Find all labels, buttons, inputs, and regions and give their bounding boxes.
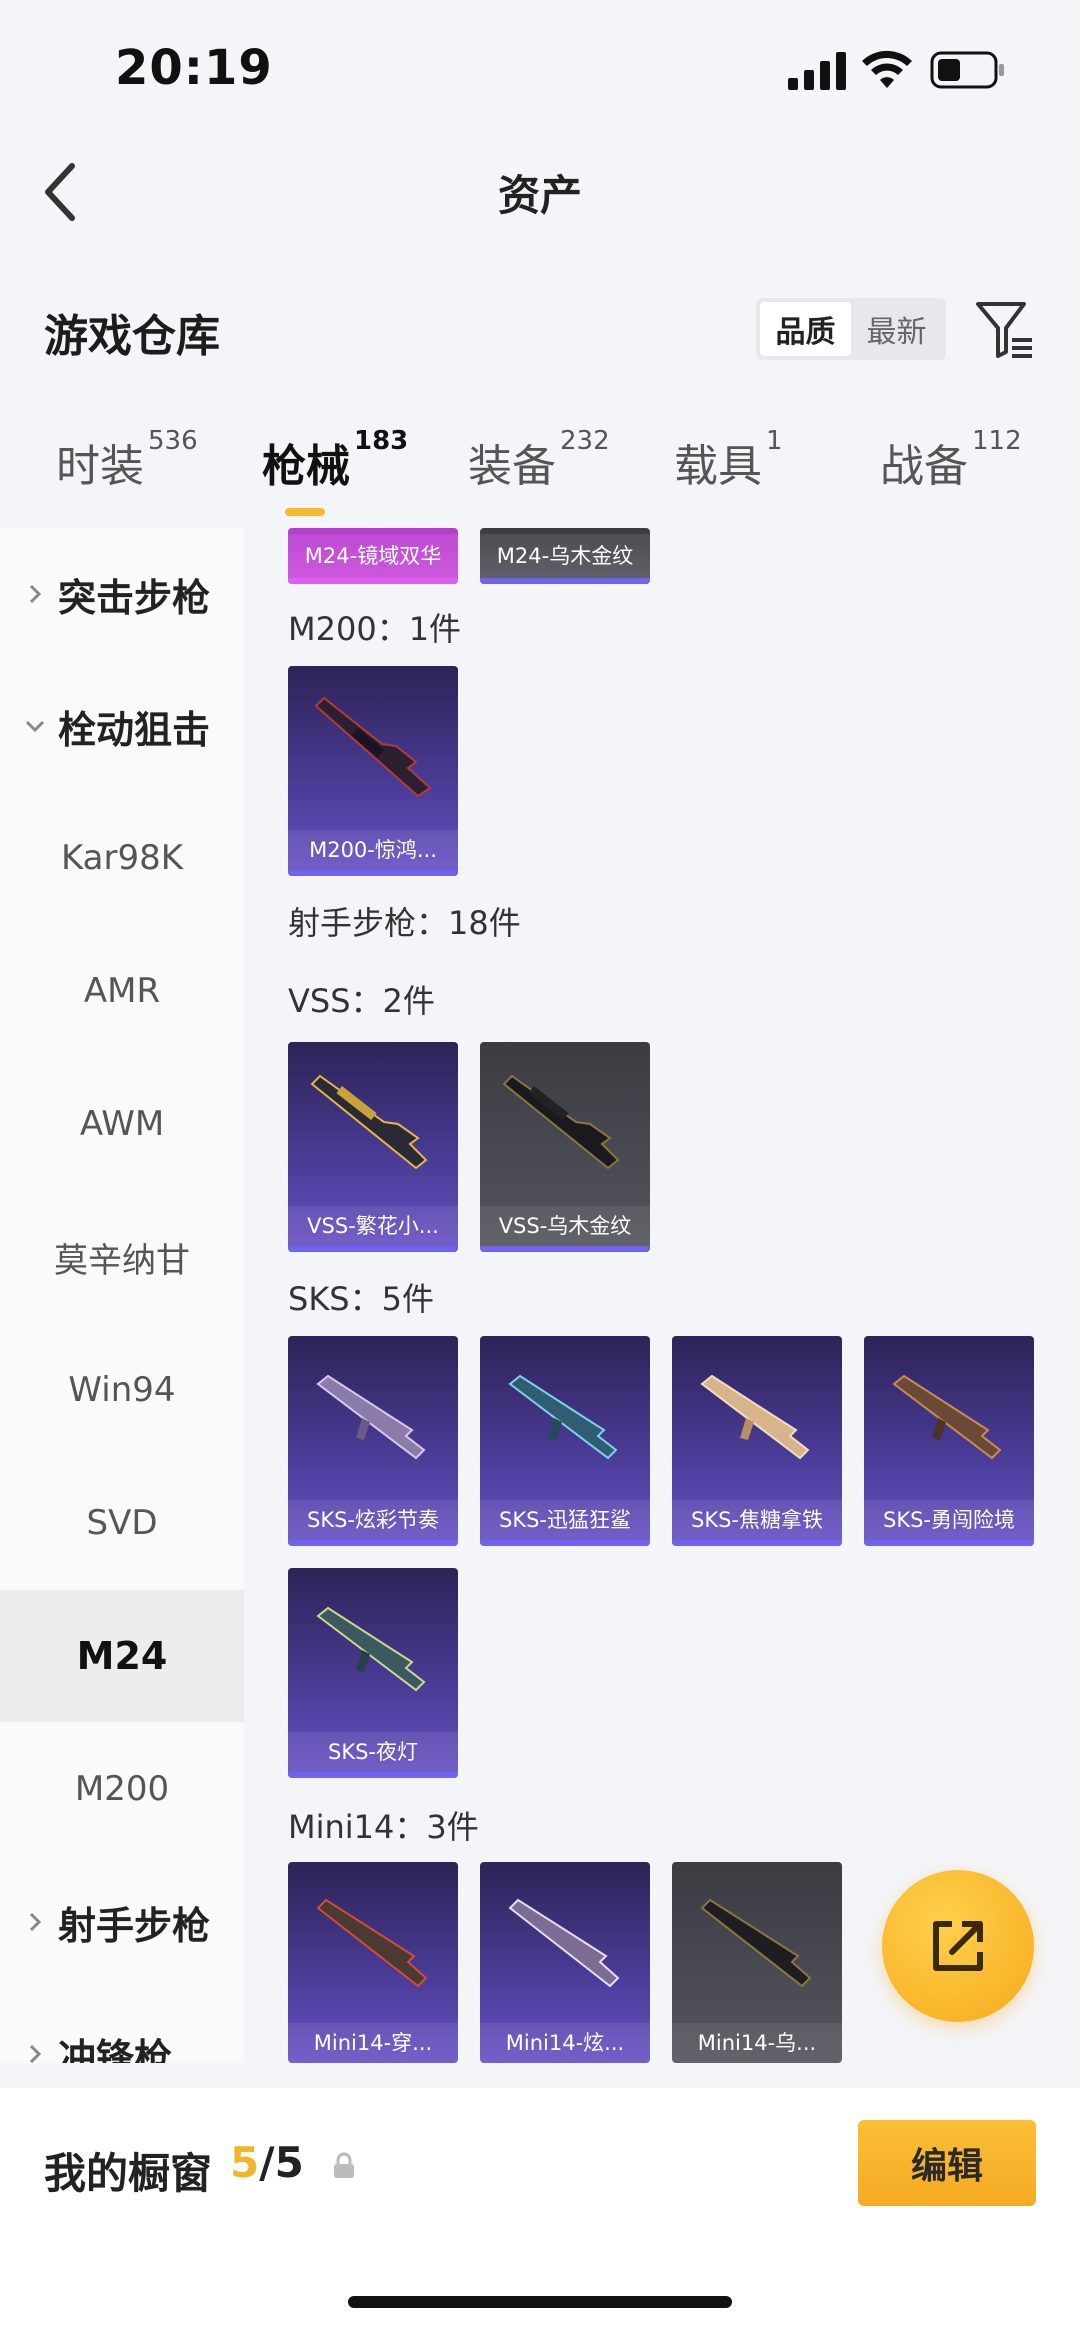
bottom-bar: 我的橱窗 5/5 编辑: [0, 2088, 1080, 2337]
signal-icon: [788, 52, 846, 90]
weapon-list: M24-镜域双华 M24-乌木金纹 M200：1件 M200-惊鸿... 射手步…: [244, 528, 1080, 2063]
tab-fashion[interactable]: 时装 536: [56, 426, 198, 494]
chevron-right-icon: [29, 584, 42, 604]
section-label: VSS：2件: [288, 982, 435, 1020]
sidebar-item-m200[interactable]: M200: [0, 1723, 244, 1855]
weapon-card-label: M24-镜域双华: [288, 534, 458, 578]
sidebar-item-win94[interactable]: Win94: [0, 1324, 244, 1456]
tab-supplies[interactable]: 战备 112: [880, 426, 1022, 494]
sidebar-item-kar98k[interactable]: Kar98K: [0, 792, 244, 924]
tab-vehicles[interactable]: 载具 1: [674, 426, 783, 494]
rifle-icon: [700, 1898, 812, 1988]
share-button[interactable]: [882, 1870, 1034, 2022]
active-tab-indicator: [285, 508, 325, 516]
weapon-card-label: Mini14-穿...: [288, 2023, 458, 2063]
weapon-card-label: VSS-繁花小...: [288, 1206, 458, 1246]
home-indicator: [348, 2296, 732, 2308]
warehouse-title: 游戏仓库: [44, 311, 220, 362]
showcase-count: 5/5: [230, 2138, 304, 2187]
sidebar-group-assault-rifle[interactable]: 突击步枪: [0, 528, 244, 660]
weapon-card[interactable]: M24-乌木金纹: [480, 528, 650, 584]
sidebar-item-mosin[interactable]: 莫辛纳甘: [0, 1191, 244, 1323]
weapon-card-label: SKS-迅猛狂鲨: [480, 1500, 650, 1540]
page-title: 资产: [497, 171, 582, 220]
rifle-icon: [316, 1606, 426, 1692]
sidebar-item-amr[interactable]: AMR: [0, 925, 244, 1057]
weapon-card[interactable]: M200-惊鸿...: [288, 666, 458, 876]
weapon-card-label: M200-惊鸿...: [288, 830, 458, 870]
weapon-card-label: SKS-夜灯: [288, 1732, 458, 1772]
edit-button[interactable]: 编辑: [858, 2120, 1036, 2206]
sidebar-group-bolt-sniper[interactable]: 栓动狙击: [0, 660, 244, 792]
sidebar-group-marksman-rifle[interactable]: 射手步枪: [0, 1856, 244, 1988]
section-label: M200：1件: [288, 610, 462, 648]
status-bar: 20:19: [0, 0, 1080, 130]
sort-quality-button[interactable]: 品质: [760, 302, 851, 356]
sort-toggle: 品质 最新: [756, 298, 946, 360]
weapon-card-label: Mini14-炫...: [480, 2023, 650, 2063]
weapon-card-label: SKS-焦糖拿铁: [672, 1500, 842, 1540]
wifi-icon: [862, 50, 912, 88]
section-label: SKS：5件: [288, 1280, 434, 1318]
rifle-icon: [316, 1898, 428, 1988]
weapon-card[interactable]: Mini14-炫...: [480, 1862, 650, 2063]
section-label: Mini14：3件: [288, 1808, 479, 1846]
tab-equipment[interactable]: 装备 232: [468, 426, 610, 494]
chevron-down-icon: [25, 720, 45, 733]
status-time: 20:19: [115, 40, 273, 96]
rifle-icon: [508, 1898, 620, 1988]
sort-newest-button[interactable]: 最新: [851, 302, 942, 356]
rifle-icon: [508, 1374, 618, 1460]
weapon-card[interactable]: VSS-繁花小...: [288, 1042, 458, 1252]
section-label: 射手步枪：18件: [288, 904, 521, 942]
weapon-card[interactable]: VSS-乌木金纹: [480, 1042, 650, 1252]
sniper-rifle-icon: [314, 696, 432, 798]
weapon-card-label: M24-乌木金纹: [480, 534, 650, 578]
weapon-card-label: Mini14-乌...: [672, 2023, 842, 2063]
filter-icon[interactable]: [974, 298, 1036, 360]
weapon-card[interactable]: SKS-炫彩节奏: [288, 1336, 458, 1546]
chevron-right-icon: [29, 1912, 42, 1932]
weapon-card-label: VSS-乌木金纹: [480, 1206, 650, 1246]
weapon-card[interactable]: SKS-焦糖拿铁: [672, 1336, 842, 1546]
rifle-icon: [892, 1374, 1002, 1460]
showcase-label: 我的橱窗: [44, 2149, 213, 2198]
nav-bar: 资产: [0, 130, 1080, 250]
rifle-icon: [316, 1374, 426, 1460]
weapon-card[interactable]: Mini14-乌...: [672, 1862, 842, 2063]
weapon-card[interactable]: SKS-夜灯: [288, 1568, 458, 1778]
battery-icon: [930, 51, 1004, 89]
weapon-card[interactable]: Mini14-穿...: [288, 1862, 458, 2063]
weapon-card[interactable]: SKS-迅猛狂鲨: [480, 1336, 650, 1546]
rifle-icon: [502, 1074, 620, 1170]
chevron-right-icon: [29, 2044, 42, 2063]
weapon-card-label: SKS-勇闯险境: [864, 1500, 1034, 1540]
tab-firearms[interactable]: 枪械 183: [262, 426, 408, 494]
sidebar: 突击步枪 栓动狙击 Kar98K AMR AWM 莫辛纳甘 Win94 SVD …: [0, 528, 244, 2063]
lock-icon: [334, 2152, 354, 2178]
weapon-card[interactable]: SKS-勇闯险境: [864, 1336, 1034, 1546]
share-icon: [933, 1921, 983, 1971]
sidebar-item-svd[interactable]: SVD: [0, 1457, 244, 1589]
rifle-icon: [310, 1074, 428, 1170]
sidebar-item-m24[interactable]: M24: [0, 1590, 244, 1722]
weapon-card[interactable]: M24-镜域双华: [288, 528, 458, 584]
sidebar-item-awm[interactable]: AWM: [0, 1058, 244, 1190]
category-tabs: 时装 536 枪械 183 装备 232 载具 1 战备 112: [0, 426, 1080, 520]
weapon-card-label: SKS-炫彩节奏: [288, 1500, 458, 1540]
sidebar-group-smg[interactable]: 冲锋枪: [0, 1988, 244, 2063]
rifle-icon: [700, 1374, 810, 1460]
